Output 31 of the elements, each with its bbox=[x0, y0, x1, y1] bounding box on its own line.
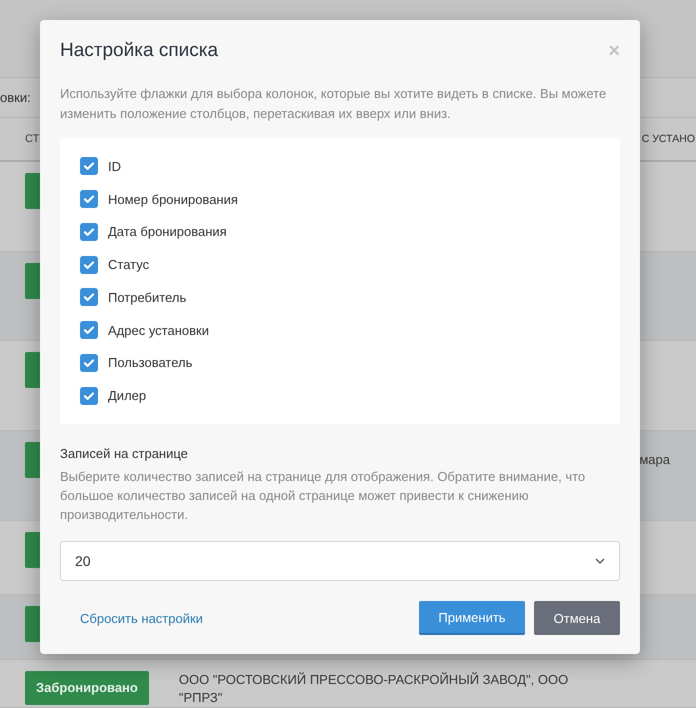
checkbox[interactable] bbox=[80, 222, 98, 241]
column-header: СТ bbox=[24, 133, 40, 146]
checkbox[interactable] bbox=[80, 157, 98, 176]
column-header: С УСТАНО bbox=[642, 133, 696, 146]
reset-link[interactable]: Сбросить настройки bbox=[80, 610, 203, 626]
page-size-select[interactable]: 20 bbox=[60, 541, 620, 581]
checkbox-label: Номер бронирования bbox=[108, 192, 238, 207]
chevron-down-icon bbox=[595, 558, 605, 564]
dialog-title: Настройка списка bbox=[60, 40, 218, 62]
checkbox-label: Адрес установки bbox=[108, 322, 209, 338]
dialog-description: Используйте флажки для выбора колонок, которые вы хотите видеть в списке. Вы можете изменить положение столбцов, перетаскивая их вверх или вниз. bbox=[60, 85, 608, 123]
section-description: Выберите количество записей на странице для отображения. Обратите внимание, что большое количество записей на одной странице может привести к снижению производительности. bbox=[60, 468, 586, 524]
checkbox[interactable] bbox=[80, 256, 98, 274]
address-text: мара bbox=[639, 450, 671, 467]
checkbox-label: ID bbox=[108, 158, 121, 174]
checkbox[interactable] bbox=[80, 190, 98, 208]
checkbox-label: Дата бронирования bbox=[108, 224, 227, 240]
status-badge: Забронировано bbox=[25, 670, 149, 705]
filter-label: овки: bbox=[0, 90, 31, 105]
section-title: Записей на странице bbox=[60, 446, 189, 461]
checkbox[interactable] bbox=[80, 288, 98, 306]
address-text: ООО "РОСТОВСКИЙ ПРЕССОВО-РАСКРОЙНЫЙ ЗАВОД", ООО "РПРЗ" bbox=[178, 670, 570, 707]
checkbox-label: Потребитель bbox=[108, 290, 186, 305]
checkbox[interactable] bbox=[80, 386, 98, 405]
cancel-button[interactable]: Отмена bbox=[534, 601, 620, 635]
checkbox-label: Пользователь bbox=[108, 355, 192, 370]
checkbox[interactable] bbox=[80, 354, 98, 372]
checkbox-label: Дилер bbox=[108, 388, 146, 404]
checkbox-label: Статус bbox=[108, 257, 150, 272]
apply-button[interactable]: Применить bbox=[419, 601, 525, 635]
checkbox[interactable] bbox=[80, 321, 98, 340]
